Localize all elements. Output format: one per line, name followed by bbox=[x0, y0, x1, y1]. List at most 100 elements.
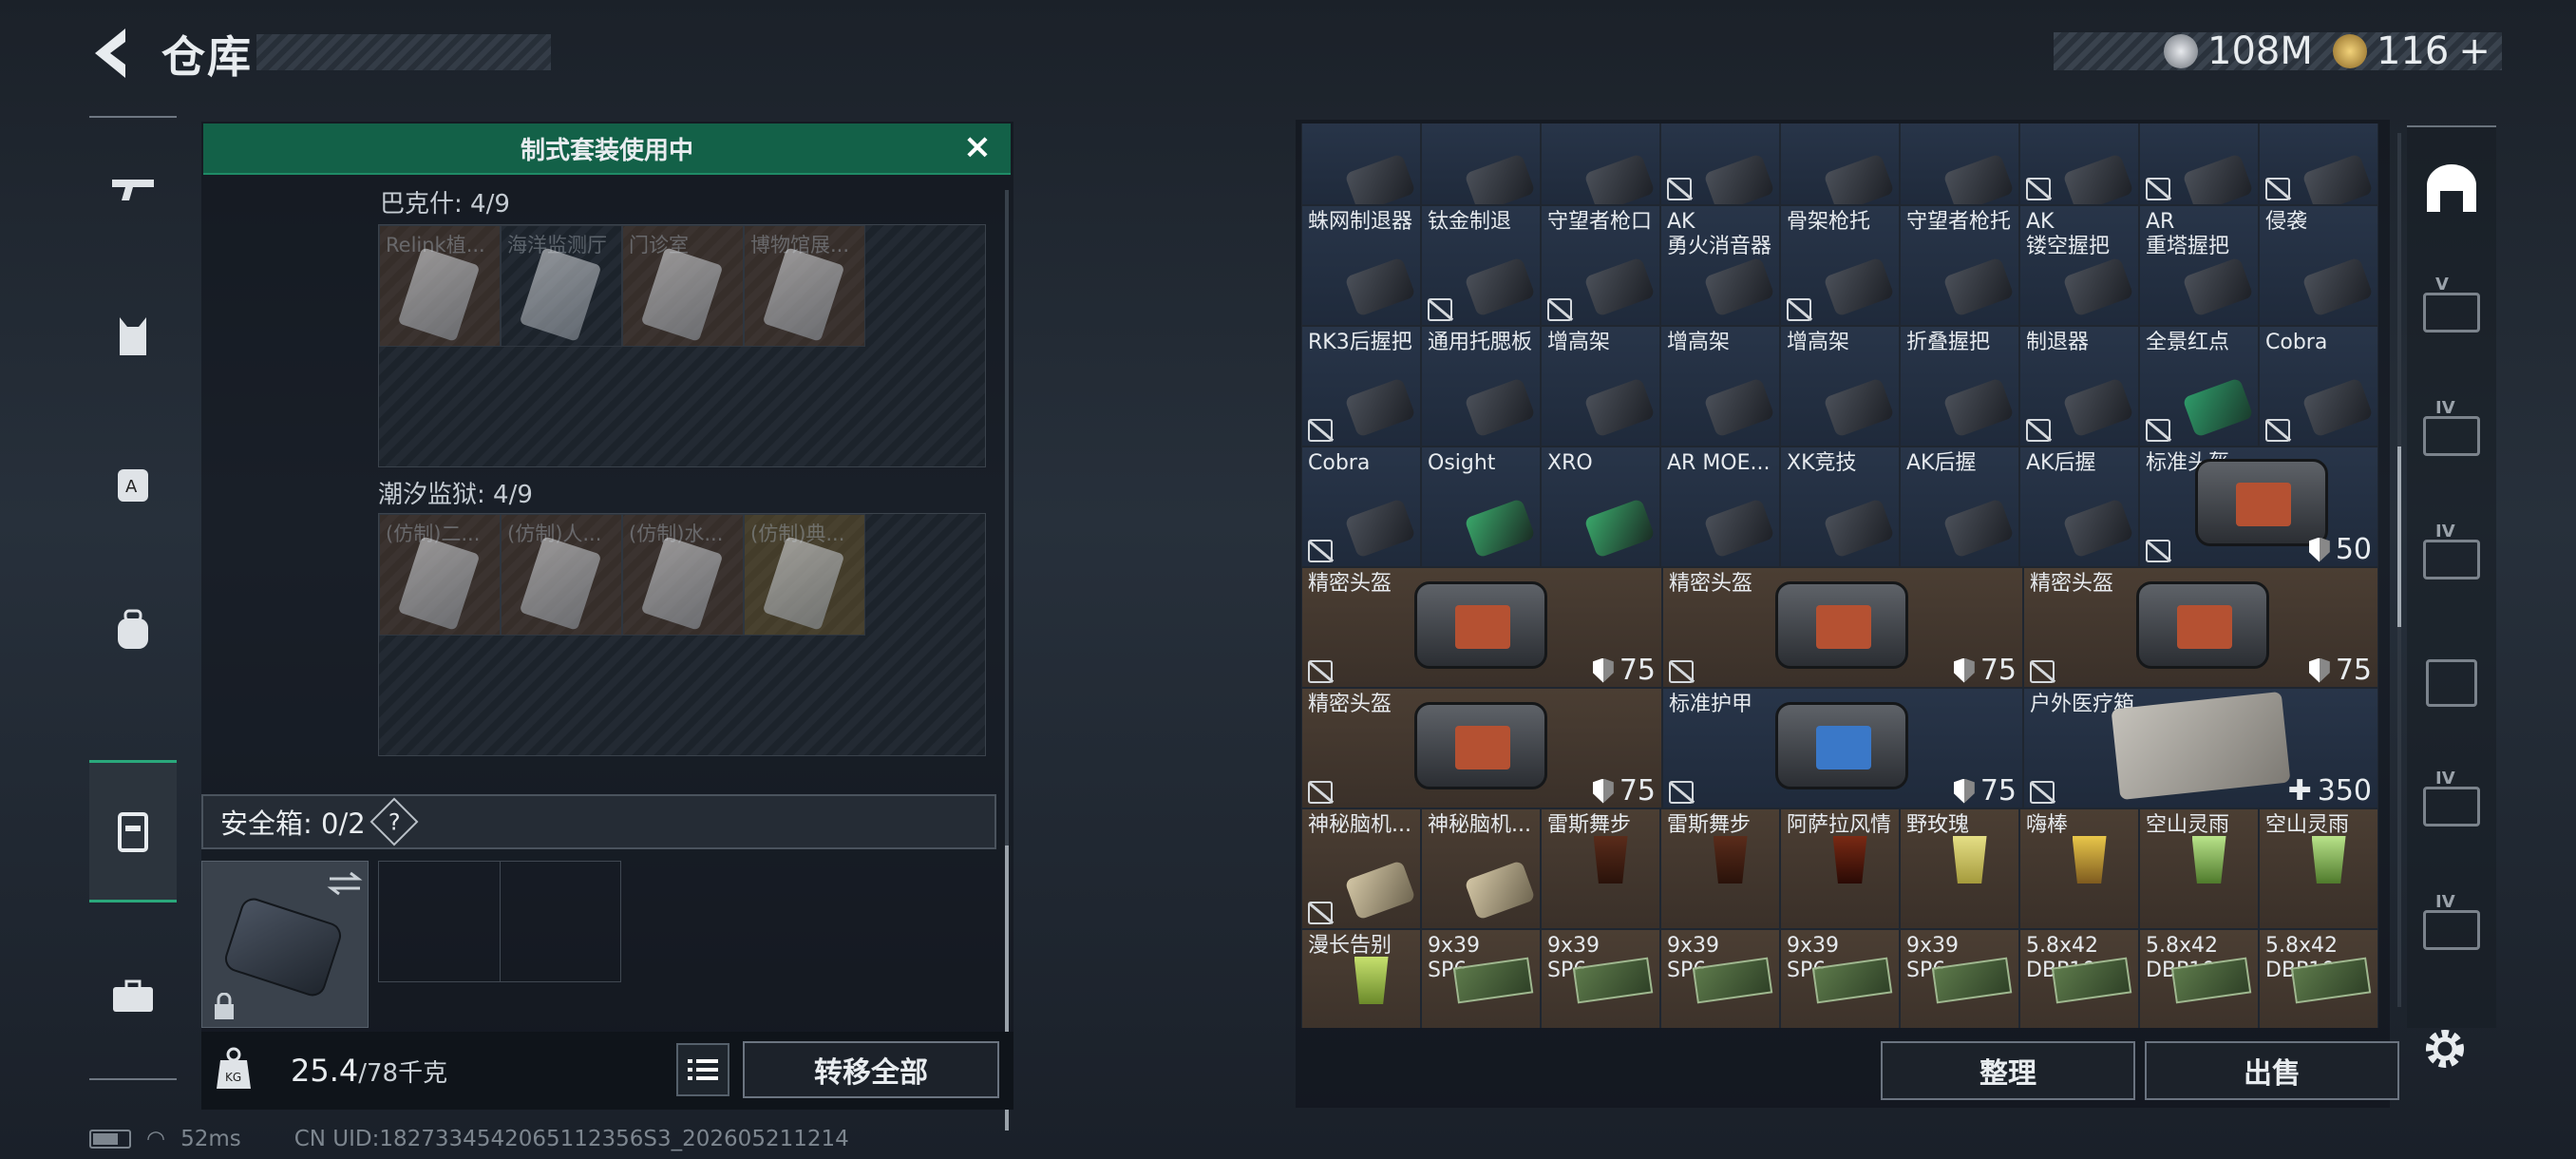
item-cell[interactable]: AR MOE... bbox=[1660, 446, 1780, 567]
item-cell[interactable]: 9x39 SP6 bbox=[1541, 929, 1660, 1028]
close-icon[interactable]: × bbox=[961, 130, 994, 165]
item-cell[interactable]: AR 重塔握把 bbox=[2139, 205, 2259, 326]
wifi-icon: ◠ bbox=[146, 1127, 166, 1151]
add-gold-icon[interactable]: + bbox=[2458, 29, 2491, 73]
item-cell[interactable]: 9x39 SP6 bbox=[1660, 929, 1780, 1028]
item-cell[interactable]: 通用托腮板 bbox=[1421, 326, 1541, 446]
item-cell[interactable]: 增高架 bbox=[1660, 326, 1780, 446]
item-cell[interactable] bbox=[1780, 124, 1900, 205]
item-cell[interactable]: 神秘脑机... bbox=[1301, 808, 1421, 929]
item-cell[interactable]: Cobra bbox=[1301, 446, 1421, 567]
item-cell[interactable]: 标准护甲 75 bbox=[1662, 688, 2023, 808]
item-cell[interactable]: XK竞技 bbox=[1780, 446, 1900, 567]
item-cell[interactable]: 雷斯舞步 bbox=[1660, 808, 1780, 929]
item-cell[interactable]: 精密头盔 75 bbox=[1301, 688, 1662, 808]
item-cell[interactable]: 精密头盔 75 bbox=[1662, 567, 2023, 688]
sell-button[interactable]: 出售 bbox=[2145, 1041, 2399, 1100]
item-cell[interactable]: 制退器 bbox=[2019, 326, 2139, 446]
grid-item[interactable]: Relink植... bbox=[379, 225, 501, 347]
item-cell[interactable]: 精密头盔 75 bbox=[1301, 567, 1662, 688]
item-cell[interactable]: AK后握 bbox=[2019, 446, 2139, 567]
item-cell[interactable]: 9x39 SP6 bbox=[1421, 929, 1541, 1028]
nav-safe-case[interactable] bbox=[89, 760, 177, 902]
list-button[interactable] bbox=[676, 1043, 729, 1096]
grid-item[interactable]: 门诊室 bbox=[622, 225, 744, 347]
item-cell[interactable]: 野玫瑰 bbox=[1900, 808, 2019, 929]
item-cell[interactable]: 空山灵雨 bbox=[2139, 808, 2259, 929]
item-cell[interactable] bbox=[1301, 124, 1421, 205]
item-cell[interactable] bbox=[2139, 124, 2259, 205]
back-arrow-icon[interactable] bbox=[87, 25, 135, 82]
tab-folder[interactable] bbox=[2407, 621, 2496, 745]
gold-currency[interactable]: 116 + bbox=[2333, 27, 2491, 76]
item-cell[interactable]: 空山灵雨 bbox=[2259, 808, 2378, 929]
item-cell[interactable]: 侵袭 bbox=[2259, 205, 2378, 326]
item-cell[interactable]: 5.8x42 DBP10 bbox=[2139, 929, 2259, 1028]
nav-vest[interactable] bbox=[89, 265, 177, 408]
tab-crate[interactable]: IV bbox=[2407, 498, 2496, 621]
sort-button[interactable]: 整理 bbox=[1881, 1041, 2135, 1100]
item-cell[interactable]: 守望者枪口 bbox=[1541, 205, 1660, 326]
left-scrollbar[interactable] bbox=[1005, 190, 1009, 1130]
grid-item[interactable]: 博物馆展... bbox=[744, 225, 865, 347]
transfer-all-button[interactable]: 转移全部 bbox=[743, 1041, 999, 1098]
grid-item[interactable]: (仿制)人... bbox=[501, 514, 622, 636]
item-cell[interactable]: 神秘脑机... bbox=[1421, 808, 1541, 929]
nav-weapon[interactable] bbox=[89, 118, 177, 260]
item-cell[interactable] bbox=[1660, 124, 1780, 205]
durability-icon bbox=[1592, 657, 1614, 683]
item-cell[interactable] bbox=[2019, 124, 2139, 205]
grid-item[interactable]: (仿制)水... bbox=[622, 514, 744, 636]
item-cell[interactable]: 5.8x42 DBP10 bbox=[2259, 929, 2378, 1028]
item-cell[interactable] bbox=[1421, 124, 1541, 205]
item-cell[interactable]: 精密头盔 75 bbox=[2023, 567, 2378, 688]
tab-crate[interactable]: V bbox=[2407, 251, 2496, 374]
item-cell[interactable]: AK后握 bbox=[1900, 446, 2019, 567]
item-cell[interactable]: 增高架 bbox=[1780, 326, 1900, 446]
item-cell[interactable]: 蛛网制退器 bbox=[1301, 205, 1421, 326]
item-cell[interactable]: 9x39 SP6 bbox=[1780, 929, 1900, 1028]
item-cell[interactable]: 折叠握把 bbox=[1900, 326, 2019, 446]
item-cell[interactable]: 5.8x42 DBP10 bbox=[2019, 929, 2139, 1028]
grid-item[interactable]: (仿制)二... bbox=[379, 514, 501, 636]
item-cell[interactable]: 户外医疗箱 ✚ 350 bbox=[2023, 688, 2378, 808]
item-cell[interactable]: 漫长告别 bbox=[1301, 929, 1421, 1028]
tab-main-storage[interactable] bbox=[2407, 127, 2496, 251]
item-cell[interactable] bbox=[1541, 124, 1660, 205]
help-icon[interactable]: ? bbox=[369, 797, 419, 846]
tab-crate[interactable]: IV bbox=[2407, 868, 2496, 992]
inventory-scrollbar[interactable] bbox=[2397, 133, 2401, 1007]
grid-item[interactable]: 海洋监测厅 bbox=[501, 225, 622, 347]
item-cell[interactable]: Cobra bbox=[2259, 326, 2378, 446]
item-cell[interactable] bbox=[1900, 124, 2019, 205]
item-cell[interactable]: Osight bbox=[1421, 446, 1541, 567]
tab-crate[interactable]: IV bbox=[2407, 745, 2496, 868]
item-cell[interactable]: AK 勇火消音器 bbox=[1660, 205, 1780, 326]
nav-armor[interactable]: A bbox=[89, 412, 177, 555]
set-in-use-banner: 制式套装使用中 × bbox=[203, 124, 1011, 175]
tab-crate[interactable]: IV bbox=[2407, 374, 2496, 498]
grid-item[interactable]: (仿制)典... bbox=[744, 514, 865, 636]
item-cell[interactable]: 钛金制退 bbox=[1421, 205, 1541, 326]
item-cell[interactable]: 雷斯舞步 bbox=[1541, 808, 1660, 929]
nav-toolbox[interactable] bbox=[89, 925, 177, 1068]
safe-case-slot[interactable] bbox=[201, 861, 369, 1028]
item-cell[interactable] bbox=[2259, 124, 2378, 205]
nav-backpack[interactable] bbox=[89, 560, 177, 702]
item-cell[interactable]: 9x39 SP6 bbox=[1900, 929, 2019, 1028]
item-cell[interactable]: 守望者枪托 bbox=[1900, 205, 2019, 326]
page-title: 仓库 bbox=[161, 31, 253, 83]
gear-icon[interactable] bbox=[2418, 1022, 2472, 1075]
item-cell[interactable]: 标准头盔 50 bbox=[2139, 446, 2378, 567]
item-cell[interactable]: 骨架枪托 bbox=[1780, 205, 1900, 326]
item-cell[interactable]: 增高架 bbox=[1541, 326, 1660, 446]
item-cell[interactable]: XRO bbox=[1541, 446, 1660, 567]
toolbox-icon bbox=[113, 979, 153, 1012]
item-cell[interactable]: 嗨棒 bbox=[2019, 808, 2139, 929]
item-cell[interactable]: 阿萨拉风情 bbox=[1780, 808, 1900, 929]
swap-icon[interactable] bbox=[326, 869, 364, 898]
item-cell[interactable]: RK3后握把 bbox=[1301, 326, 1421, 446]
item-cell[interactable]: AK 镂空握把 bbox=[2019, 205, 2139, 326]
crate-icon: V bbox=[2423, 275, 2480, 332]
item-cell[interactable]: 全景红点 bbox=[2139, 326, 2259, 446]
